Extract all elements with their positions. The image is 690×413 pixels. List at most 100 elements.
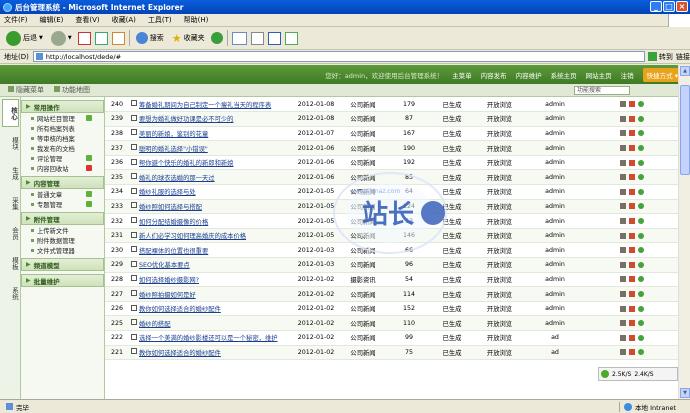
menu-tools[interactable]: 工具(T) xyxy=(148,15,172,25)
minimize-button[interactable]: _ xyxy=(650,1,662,12)
sidebar-item[interactable]: 文件式管理器 xyxy=(21,245,104,255)
edit-icon[interactable] xyxy=(629,305,635,312)
tools-icon[interactable] xyxy=(620,101,626,108)
function-search-input[interactable]: 功能搜索 xyxy=(574,86,630,95)
edit-icon[interactable] xyxy=(629,261,635,268)
edit-icon[interactable] xyxy=(629,291,635,298)
sidebar-item[interactable]: 等审核的档案 xyxy=(21,133,104,143)
row-checkbox[interactable] xyxy=(129,213,139,229)
row-checkbox[interactable] xyxy=(129,228,139,244)
quick-access-button[interactable]: 快捷方式 ▾ xyxy=(642,67,682,82)
tools-icon[interactable] xyxy=(620,291,626,298)
nav-system-home[interactable]: 系统主页 xyxy=(551,70,577,80)
print-icon[interactable] xyxy=(250,31,264,45)
menu-edit[interactable]: 编辑(E) xyxy=(40,15,64,25)
view-icon[interactable] xyxy=(638,276,644,283)
forward-button[interactable]: ▼ xyxy=(49,30,74,46)
links-button[interactable]: 链接 xyxy=(676,52,690,62)
tools-icon[interactable] xyxy=(620,130,626,137)
row-checkbox[interactable] xyxy=(129,257,139,273)
row-checkbox[interactable] xyxy=(129,286,139,302)
sidebar-group-header[interactable]: ▶ 内容管理 xyxy=(21,176,104,189)
add-icon[interactable] xyxy=(86,191,92,197)
home-icon[interactable] xyxy=(111,31,125,45)
menu-file[interactable]: 文件(F) xyxy=(4,15,28,25)
cell-title[interactable]: 教你如何选择适合的婚纱配件 xyxy=(139,345,295,361)
sidebar-group-header[interactable]: ▶ 常用操作 xyxy=(21,100,104,113)
side-tab[interactable]: 系统 xyxy=(2,279,19,307)
cell-title[interactable]: 新人们必学习如何理高婚庆的成本价格 xyxy=(139,228,295,244)
tools-icon[interactable] xyxy=(620,305,626,312)
search-button[interactable]: 搜索 xyxy=(134,32,166,44)
sidebar-item[interactable]: 附件数据管理 xyxy=(21,235,104,245)
add-icon[interactable] xyxy=(86,115,92,121)
row-checkbox[interactable] xyxy=(129,345,139,361)
checkbox[interactable] xyxy=(131,173,137,180)
cell-title[interactable]: 帮你避个快乐的婚礼的新郎和新娘 xyxy=(139,155,295,171)
row-checkbox[interactable] xyxy=(129,111,139,127)
checkbox[interactable] xyxy=(131,246,137,253)
side-tab[interactable]: 模板 xyxy=(2,249,19,277)
hide-menu-button[interactable]: 隐藏菜单 xyxy=(8,85,44,95)
row-checkbox[interactable] xyxy=(129,242,139,259)
row-checkbox[interactable] xyxy=(129,126,139,142)
nav-maintain[interactable]: 内容维护 xyxy=(516,70,542,80)
scroll-up-button[interactable]: ▲ xyxy=(680,66,690,76)
checkbox[interactable] xyxy=(131,144,137,151)
checkbox[interactable] xyxy=(131,100,137,107)
view-icon[interactable] xyxy=(638,145,644,152)
trash-icon[interactable] xyxy=(86,165,92,171)
sidebar-item[interactable]: 内容回收站 xyxy=(21,163,104,173)
favorites-button[interactable]: ★ 收藏夹 xyxy=(170,32,207,45)
back-button[interactable]: 后退 ▼ xyxy=(4,30,45,46)
edit-icon[interactable] xyxy=(629,174,635,181)
edit-icon[interactable] xyxy=(629,203,635,210)
scroll-thumb[interactable] xyxy=(680,85,690,175)
view-icon[interactable] xyxy=(638,349,644,356)
sidebar-item[interactable]: 专题管理 xyxy=(21,199,104,209)
tools-icon[interactable] xyxy=(620,145,626,152)
checkbox[interactable] xyxy=(131,231,137,238)
cell-title[interactable]: 教你如何选择适合的婚纱配件 xyxy=(139,301,295,317)
cell-title[interactable]: 婚纱礼服的选择与处 xyxy=(139,184,295,200)
cell-title[interactable]: 聪明的婚礼选择"小错误" xyxy=(139,140,295,156)
edit-icon[interactable] xyxy=(267,31,281,45)
view-icon[interactable] xyxy=(638,174,644,181)
tools-icon[interactable] xyxy=(620,320,626,327)
maximize-button[interactable]: □ xyxy=(663,1,675,12)
edit-icon[interactable] xyxy=(629,145,635,152)
row-checkbox[interactable] xyxy=(129,155,139,171)
close-button[interactable]: × xyxy=(676,1,688,12)
sidebar-item[interactable]: 我发布的文档 xyxy=(21,143,104,153)
view-icon[interactable] xyxy=(638,334,644,341)
cell-title[interactable]: 美丽的新娘，鉴别的花童 xyxy=(139,126,295,142)
nav-main-menu[interactable]: 主菜单 xyxy=(452,70,472,80)
side-tab[interactable]: 模块 xyxy=(2,129,19,157)
edit-icon[interactable] xyxy=(629,188,635,195)
tools-icon[interactable] xyxy=(620,174,626,181)
side-tab[interactable]: 生成 xyxy=(2,159,19,187)
checkbox[interactable] xyxy=(131,319,137,326)
checkbox[interactable] xyxy=(131,217,137,224)
cell-title[interactable]: 要想为婚礼做好功课是必不可少的 xyxy=(139,111,295,127)
row-checkbox[interactable] xyxy=(129,184,139,200)
row-checkbox[interactable] xyxy=(129,199,139,215)
tools-icon[interactable] xyxy=(620,218,626,225)
nav-publish[interactable]: 内容发布 xyxy=(481,70,507,80)
tools-icon[interactable] xyxy=(620,159,626,166)
row-checkbox[interactable] xyxy=(129,301,139,317)
tools-icon[interactable] xyxy=(620,276,626,283)
checkbox[interactable] xyxy=(131,129,137,136)
checkbox[interactable] xyxy=(131,348,137,355)
view-icon[interactable] xyxy=(638,159,644,166)
view-icon[interactable] xyxy=(638,130,644,137)
add-icon[interactable] xyxy=(86,155,92,161)
menu-help[interactable]: 帮助(H) xyxy=(184,15,209,25)
side-tab[interactable]: 会员 xyxy=(2,219,19,247)
checkbox[interactable] xyxy=(131,187,137,194)
edit-icon[interactable] xyxy=(629,320,635,327)
cell-title[interactable]: 婚纱的搭配 xyxy=(139,315,295,331)
cell-title[interactable]: 婚纱照如何选择与搭配 xyxy=(139,199,295,215)
sidebar-item[interactable]: 所有档案列表 xyxy=(21,123,104,133)
view-icon[interactable] xyxy=(638,320,644,327)
